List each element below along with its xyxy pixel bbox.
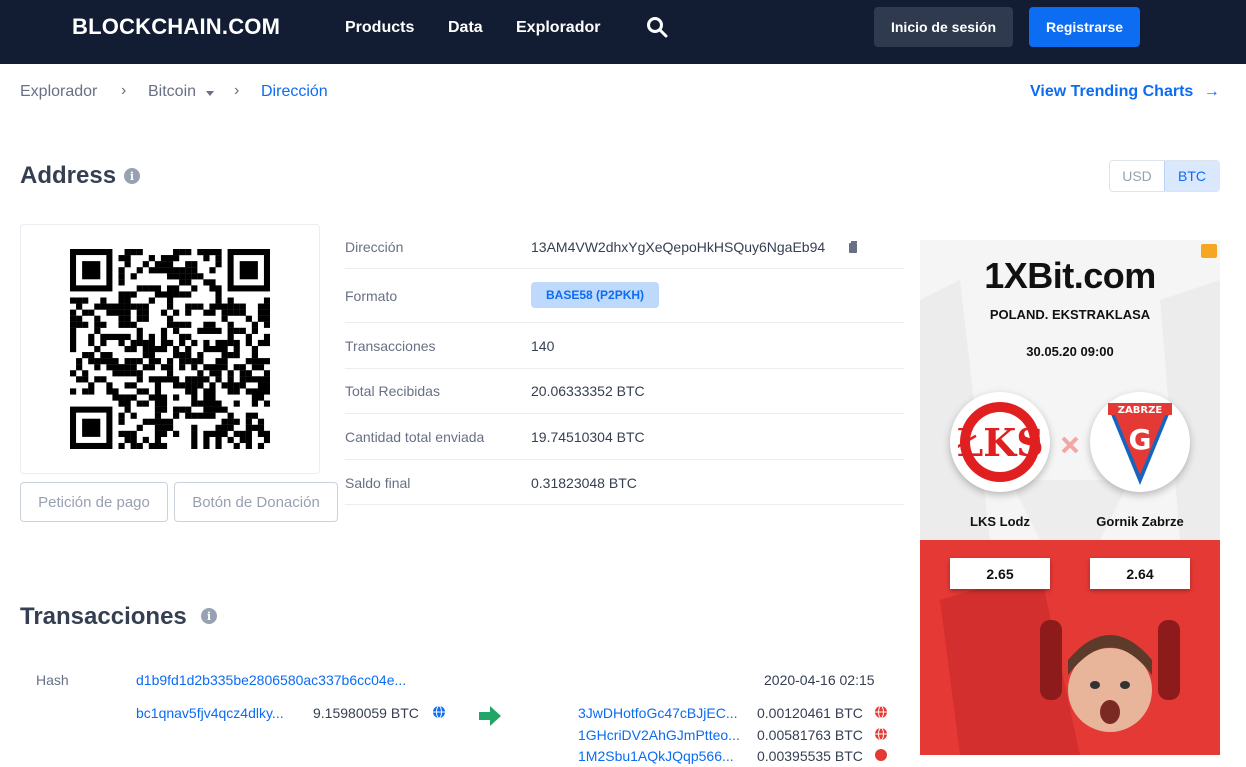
detail-label: Cantidad total enviada <box>345 429 485 445</box>
tx-output-address[interactable]: 1GHcriDV2AhGJmPtteo... <box>578 727 740 743</box>
nav-data[interactable]: Data <box>448 19 483 37</box>
ad-league: POLAND. EKSTRAKLASA <box>989 307 1151 322</box>
currency-usd[interactable]: USD <box>1110 161 1164 191</box>
copy-icon[interactable] <box>849 240 859 253</box>
detail-row-total-sent: Cantidad total enviada 19.74510304 BTC <box>345 414 904 460</box>
ad-date: 30.05.20 09:00 <box>1026 344 1114 359</box>
tx-hash-link[interactable]: d1b9fd1d2b335be2806580ac337b6cc04e... <box>136 672 406 688</box>
tx-input-amount: 9.15980059 BTC <box>313 705 419 721</box>
format-badge: BASE58 (P2PKH) <box>531 282 660 308</box>
final-balance-value: 0.31823048 BTC <box>531 475 637 491</box>
register-button[interactable]: Registrarse <box>1029 7 1140 47</box>
top-navigation-bar: BLOCKCHAIN.COM Products Data Explorador … <box>0 0 1246 64</box>
trending-charts-label: View Trending Charts <box>1030 83 1194 100</box>
total-received-value: 20.06333352 BTC <box>531 383 645 399</box>
detail-row-format: Formato BASE58 (P2PKH) <box>345 269 904 323</box>
currency-toggle: USD BTC <box>1109 160 1220 192</box>
globe-icon[interactable] <box>432 705 446 724</box>
globe-red-icon[interactable] <box>874 705 888 724</box>
breadcrumb-address: Dirección <box>261 83 328 100</box>
ad-odd-1-button[interactable]: 2.65 <box>950 558 1050 589</box>
tx-output-amount: 0.00581763 BTC <box>757 727 863 743</box>
address-value[interactable]: 13AM4VW2dhxYgXeQepoHkHSQuy6NgaEb94 <box>531 239 825 255</box>
caret-down-icon[interactable] <box>206 91 214 96</box>
tx-output-amount: 0.00120461 BTC <box>757 705 863 721</box>
login-button[interactable]: Inicio de sesión <box>874 7 1013 47</box>
ad-team-2: Gornik Zabrze <box>1096 514 1184 529</box>
qr-code <box>70 249 270 449</box>
chevron-right-icon: › <box>121 82 127 99</box>
address-title: Address <box>20 162 117 189</box>
hash-label: Hash <box>36 672 69 688</box>
format-badge-text: BASE58 (P2PKH) <box>531 282 660 308</box>
detail-row-total-received: Total Recibidas 20.06333352 BTC <box>345 369 904 414</box>
tx-output-address[interactable]: 1M2Sbu1AQkJQqp566... <box>578 748 734 764</box>
ad-team-1: LKS Lodz <box>970 514 1030 529</box>
tx-time: 2020-04-16 02:15 <box>764 672 875 688</box>
ad-odd-2-button[interactable]: 2.64 <box>1090 558 1190 589</box>
nav-products[interactable]: Products <box>345 19 414 37</box>
search-icon[interactable] <box>645 15 669 39</box>
currency-btc[interactable]: BTC <box>1164 161 1219 191</box>
info-icon[interactable]: i <box>201 608 217 624</box>
blockchain-logo[interactable]: BLOCKCHAIN.COM <box>72 14 280 40</box>
tx-output-amount: 0.00395535 BTC <box>757 748 863 764</box>
detail-label: Transacciones <box>345 338 436 354</box>
transactions-value: 140 <box>531 338 555 354</box>
detail-row-address: Dirección 13AM4VW2dhxYgXeQepoHkHSQuy6Nga… <box>345 225 904 269</box>
arrow-right-icon: → <box>1203 83 1220 100</box>
qr-code-panel <box>20 224 320 474</box>
arrow-right-green-icon <box>479 706 501 731</box>
versus-icon <box>1061 436 1079 454</box>
nav-explorer[interactable]: Explorador <box>516 19 600 37</box>
svg-text:G: G <box>1129 423 1152 456</box>
ad-brand: 1XBit.com <box>984 255 1156 296</box>
info-icon[interactable]: i <box>124 168 140 184</box>
advertisement-banner[interactable]: 1XBit.com POLAND. EKSTRAKLASA 30.05.20 0… <box>920 240 1220 755</box>
tx-input-address[interactable]: bc1qnav5fjv4qcz4dlky... <box>136 705 284 721</box>
svg-text:ŁKS: ŁKS <box>958 420 1042 465</box>
detail-label: Total Recibidas <box>345 383 440 399</box>
donation-button[interactable]: Botón de Donación <box>174 482 338 522</box>
detail-row-final-balance: Saldo final 0.31823048 BTC <box>345 460 904 505</box>
detail-label: Formato <box>345 288 398 304</box>
globe-red-icon[interactable] <box>874 727 888 746</box>
crest-label: ZABRZE <box>1118 405 1163 416</box>
globe-red-icon[interactable] <box>874 748 888 767</box>
trending-charts-link[interactable]: View Trending Charts → <box>1030 83 1220 101</box>
tx-output-address[interactable]: 3JwDHotfoGc47cBJjEC... <box>578 705 738 721</box>
breadcrumb-explorer[interactable]: Explorador <box>20 83 97 101</box>
chevron-right-icon: › <box>234 82 240 99</box>
detail-label: Dirección <box>345 239 404 255</box>
gornik-zabrze-crest: ZABRZE G <box>1090 392 1190 492</box>
lks-lodz-crest: ŁKS <box>950 392 1050 492</box>
detail-label: Saldo final <box>345 475 411 491</box>
total-sent-value: 19.74510304 BTC <box>531 429 645 445</box>
payment-request-button[interactable]: Petición de pago <box>20 482 168 522</box>
transactions-title: Transacciones <box>20 603 187 630</box>
detail-row-transactions: Transacciones 140 <box>345 323 904 369</box>
breadcrumb-bitcoin[interactable]: Bitcoin <box>148 83 196 101</box>
